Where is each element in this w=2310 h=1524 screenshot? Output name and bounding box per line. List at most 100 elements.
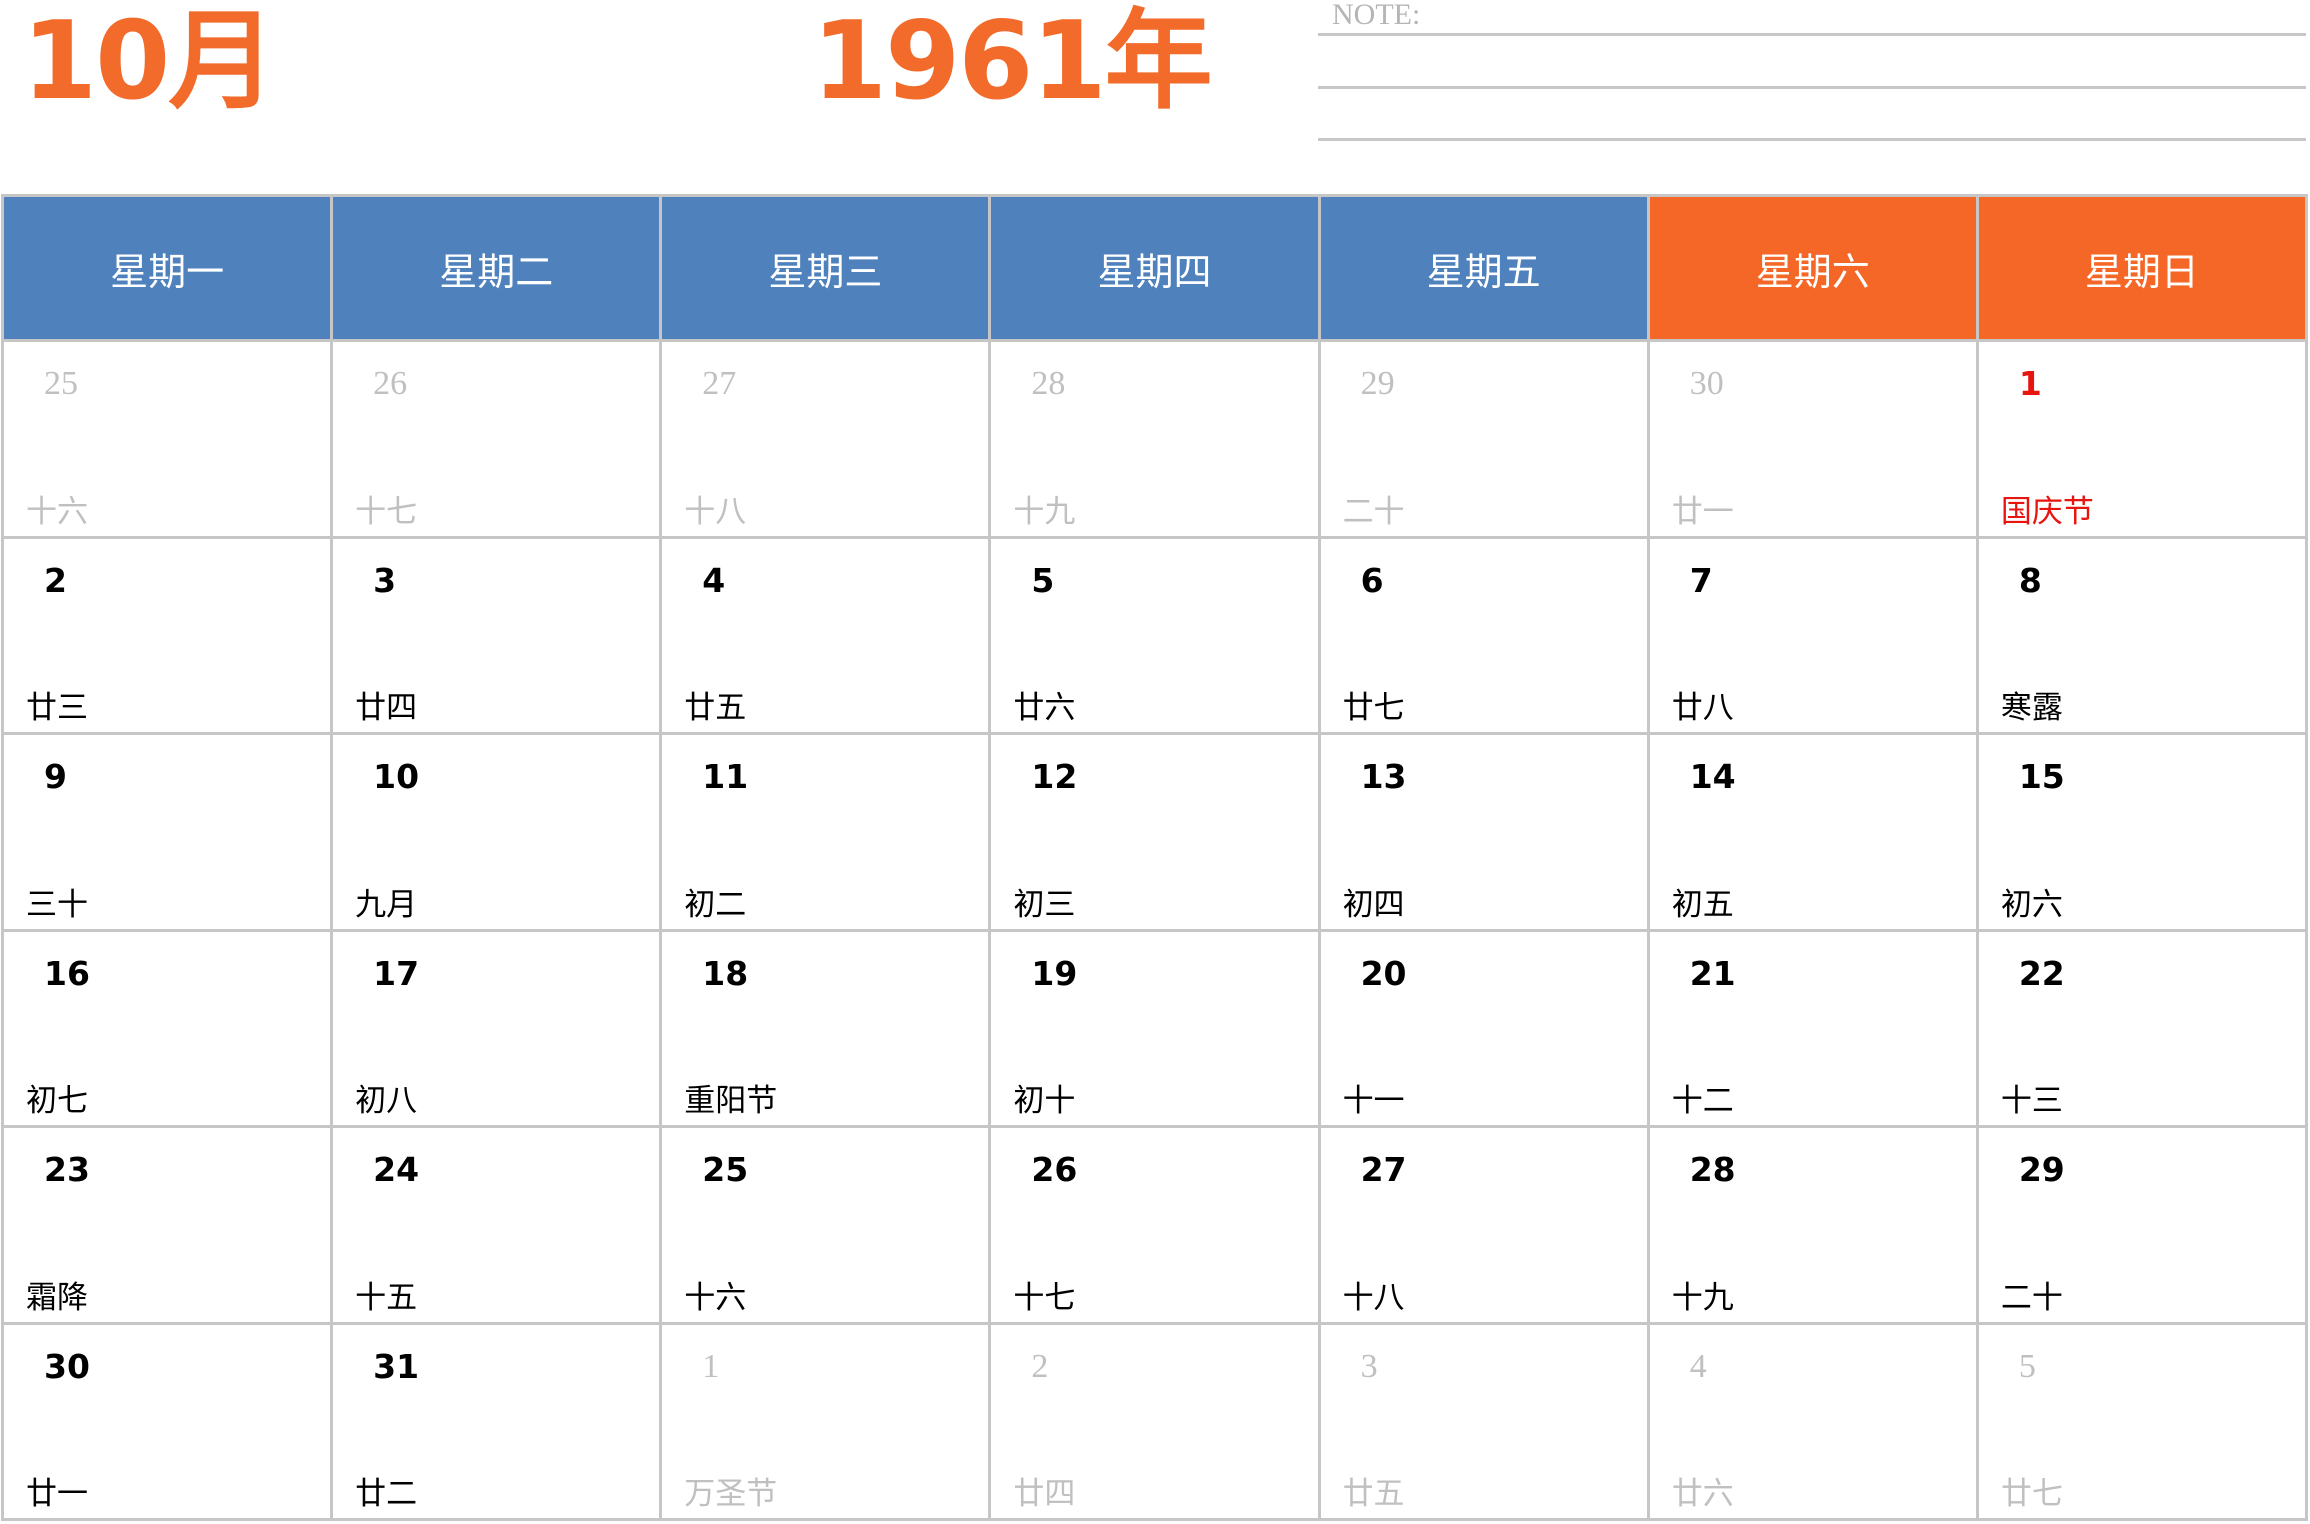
day-cell[interactable]: 23 霜降 [4, 1128, 331, 1322]
day-cell[interactable]: 25 十六 [4, 342, 331, 536]
day-cell[interactable]: 4 廿六 [1649, 1324, 1976, 1518]
day-number: 27 [702, 365, 737, 402]
day-cell[interactable]: 26 十七 [991, 1128, 1318, 1322]
note-line [1318, 86, 2306, 89]
day-cell[interactable]: 25 十六 [662, 1128, 989, 1322]
day-number: 25 [702, 1150, 749, 1189]
day-cell[interactable]: 28 十九 [1649, 1128, 1976, 1322]
lunar-date: 十九 [1013, 493, 1076, 530]
lunar-date: 廿七 [2000, 1476, 2063, 1512]
day-cell[interactable]: 15 初六 [1978, 735, 2305, 929]
day-number: 22 [2018, 953, 2065, 993]
day-cell[interactable]: 2 廿三 [4, 538, 331, 732]
day-cell[interactable]: 27 十八 [1320, 1128, 1647, 1322]
lunar-date: 十七 [355, 493, 418, 530]
weekday-header: 星期三 [662, 197, 989, 339]
day-cell[interactable]: 19 初十 [991, 931, 1318, 1125]
day-number: 17 [373, 953, 420, 993]
lunar-date: 万圣节 [684, 1476, 778, 1512]
day-cell[interactable]: 28 十九 [991, 342, 1318, 536]
day-cell[interactable]: 24 十五 [333, 1128, 660, 1322]
lunar-date: 廿一 [26, 1476, 88, 1512]
day-cell[interactable]: 7 廿八 [1649, 538, 1976, 732]
day-number: 11 [702, 757, 749, 796]
lunar-date: 初三 [1013, 886, 1076, 923]
day-number: 4 [702, 560, 726, 600]
lunar-date: 十八 [684, 493, 747, 530]
lunar-date: 十九 [1671, 1279, 1734, 1316]
lunar-date: 初六 [2000, 886, 2063, 923]
lunar-date: 廿四 [1013, 1476, 1076, 1512]
lunar-date: 廿一 [1671, 493, 1734, 530]
day-cell[interactable]: 17 初八 [333, 931, 660, 1125]
day-cell[interactable]: 20 十一 [1320, 931, 1647, 1125]
day-number: 10 [373, 757, 420, 796]
day-number: 30 [44, 1346, 90, 1386]
day-cell[interactable]: 10 九月 [333, 735, 660, 929]
lunar-date: 国庆节 [2000, 493, 2094, 530]
day-cell[interactable]: 22 十三 [1978, 931, 2305, 1125]
day-cell[interactable]: 31 廿二 [333, 1324, 660, 1518]
lunar-date: 十六 [26, 493, 88, 530]
day-number: 29 [1360, 365, 1395, 402]
day-cell[interactable]: 1 万圣节 [662, 1324, 989, 1518]
day-number: 30 [1689, 365, 1724, 402]
day-cell[interactable]: 1 国庆节 [1978, 342, 2305, 536]
weekday-header: 星期二 [333, 197, 660, 339]
day-number: 19 [1031, 953, 1078, 993]
day-cell[interactable]: 30 廿一 [1649, 342, 1976, 536]
day-cell[interactable]: 30 廿一 [4, 1324, 331, 1518]
day-number: 7 [1689, 560, 1713, 600]
day-number: 18 [702, 953, 749, 993]
lunar-date: 十三 [2000, 1083, 2063, 1119]
day-cell[interactable]: 5 廿六 [991, 538, 1318, 732]
day-cell[interactable]: 16 初七 [4, 931, 331, 1125]
day-cell[interactable]: 4 廿五 [662, 538, 989, 732]
day-number: 3 [373, 560, 397, 600]
note-line [1318, 33, 2306, 36]
day-number: 9 [44, 757, 67, 796]
calendar-grid: 星期一 星期二 星期三 星期四 星期五 星期六 星期日 25 十六 26 十七 27 十八 28 十九 29 二… [1, 194, 2308, 1521]
day-number: 15 [2018, 757, 2065, 796]
year-title: 1961年 [812, 0, 1213, 124]
day-cell[interactable]: 5 廿七 [1978, 1324, 2305, 1518]
note-label: NOTE: [1332, 0, 1421, 31]
day-cell[interactable]: 2 廿四 [991, 1324, 1318, 1518]
day-cell[interactable]: 11 初二 [662, 735, 989, 929]
note-line [1318, 138, 2306, 141]
day-number: 27 [1360, 1150, 1407, 1189]
day-number: 20 [1360, 953, 1407, 993]
day-number: 5 [1031, 560, 1055, 600]
day-cell[interactable]: 29 二十 [1978, 1128, 2305, 1322]
day-number: 14 [1689, 757, 1736, 796]
day-cell[interactable]: 29 二十 [1320, 342, 1647, 536]
lunar-date: 初四 [1342, 886, 1405, 923]
day-number: 24 [373, 1150, 420, 1189]
lunar-date: 十二 [1671, 1083, 1734, 1119]
day-cell[interactable]: 13 初四 [1320, 735, 1647, 929]
day-cell[interactable]: 12 初三 [991, 735, 1318, 929]
day-cell[interactable]: 9 三十 [4, 735, 331, 929]
lunar-date: 廿七 [1342, 690, 1405, 726]
day-cell[interactable]: 3 廿四 [333, 538, 660, 732]
day-cell[interactable]: 8 寒露 [1978, 538, 2305, 732]
day-number: 25 [44, 365, 78, 402]
day-number: 12 [1031, 757, 1078, 796]
lunar-date: 九月 [355, 886, 418, 923]
day-number: 29 [2018, 1150, 2065, 1189]
lunar-date: 十七 [1013, 1279, 1076, 1316]
day-cell[interactable]: 3 廿五 [1320, 1324, 1647, 1518]
day-number: 1 [2018, 364, 2042, 403]
day-cell[interactable]: 21 十二 [1649, 931, 1976, 1125]
day-cell[interactable]: 27 十八 [662, 342, 989, 536]
day-cell[interactable]: 18 重阳节 [662, 931, 989, 1125]
day-number: 8 [2018, 560, 2042, 600]
day-cell[interactable]: 14 初五 [1649, 735, 1976, 929]
lunar-date: 廿五 [1342, 1476, 1405, 1512]
day-cell[interactable]: 6 廿七 [1320, 538, 1647, 732]
lunar-date: 初八 [355, 1083, 418, 1119]
day-number: 1 [702, 1347, 720, 1385]
day-number: 2 [44, 560, 67, 600]
weekday-header: 星期一 [4, 197, 331, 339]
day-cell[interactable]: 26 十七 [333, 342, 660, 536]
